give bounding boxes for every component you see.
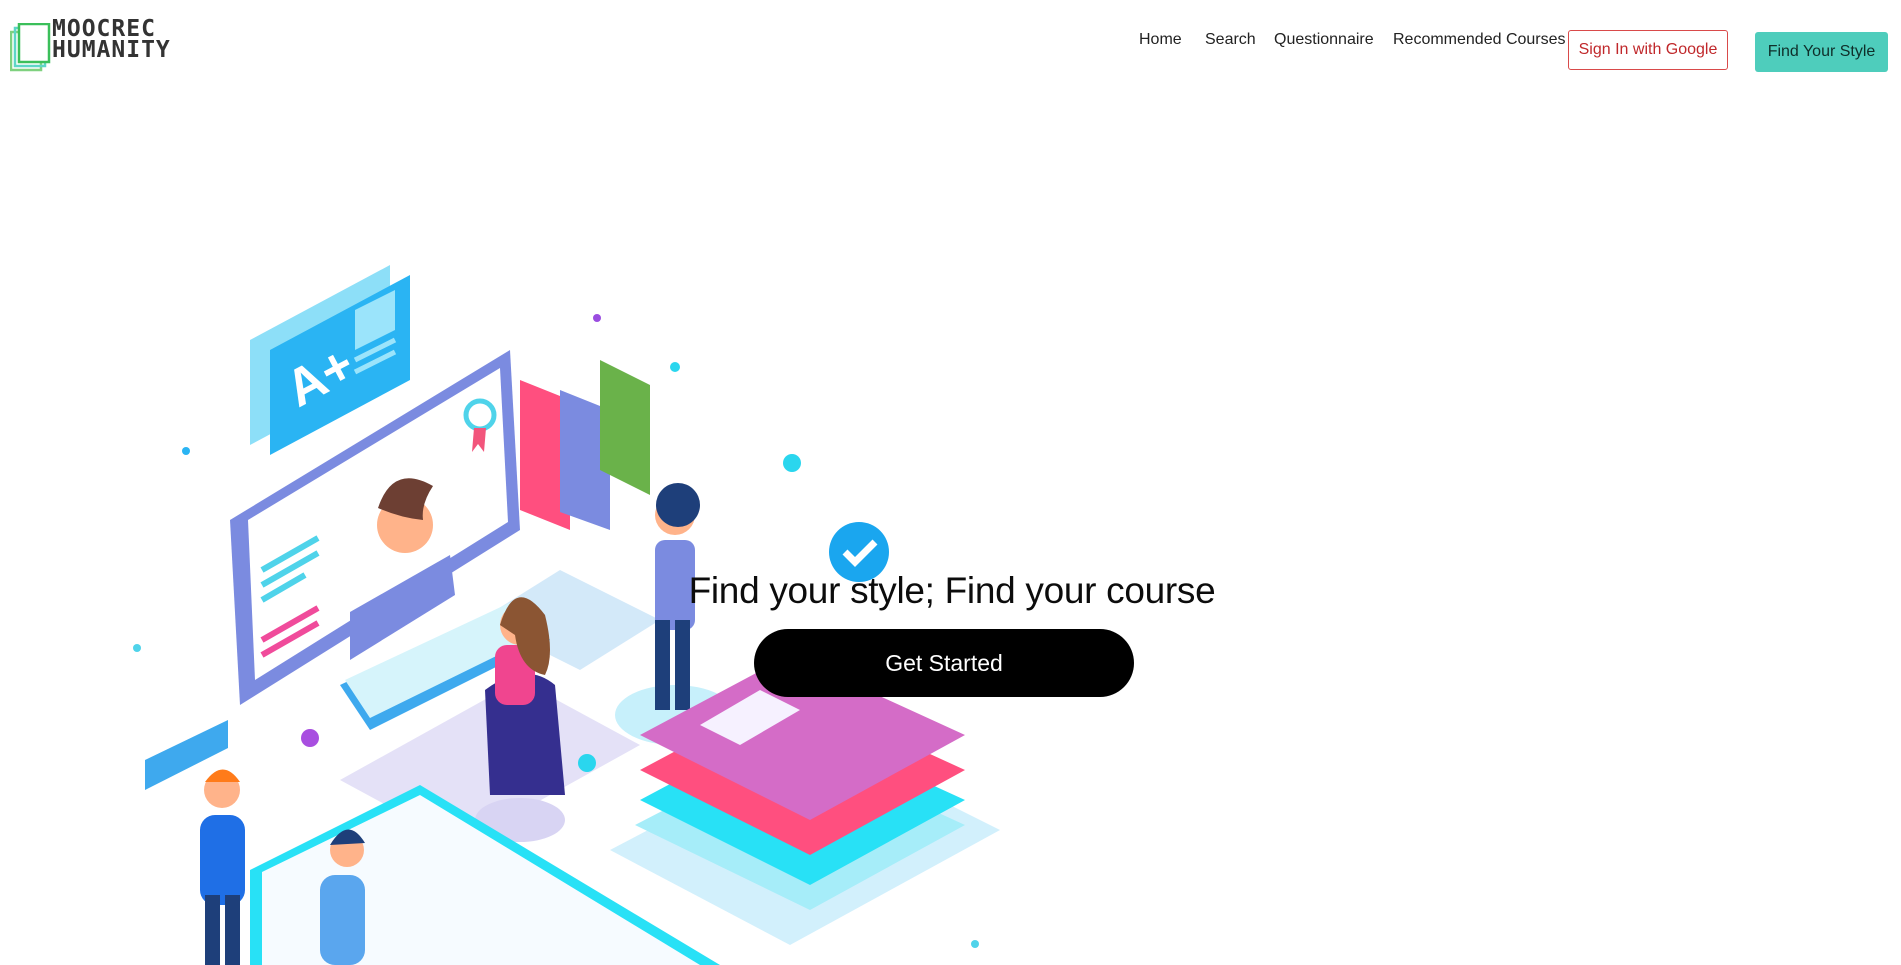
hero-headline: Find your style; Find your course [688,570,1216,611]
education-isometric-illustration: A+ [133,265,1000,965]
get-started-button[interactable]: Get Started [754,629,1134,697]
